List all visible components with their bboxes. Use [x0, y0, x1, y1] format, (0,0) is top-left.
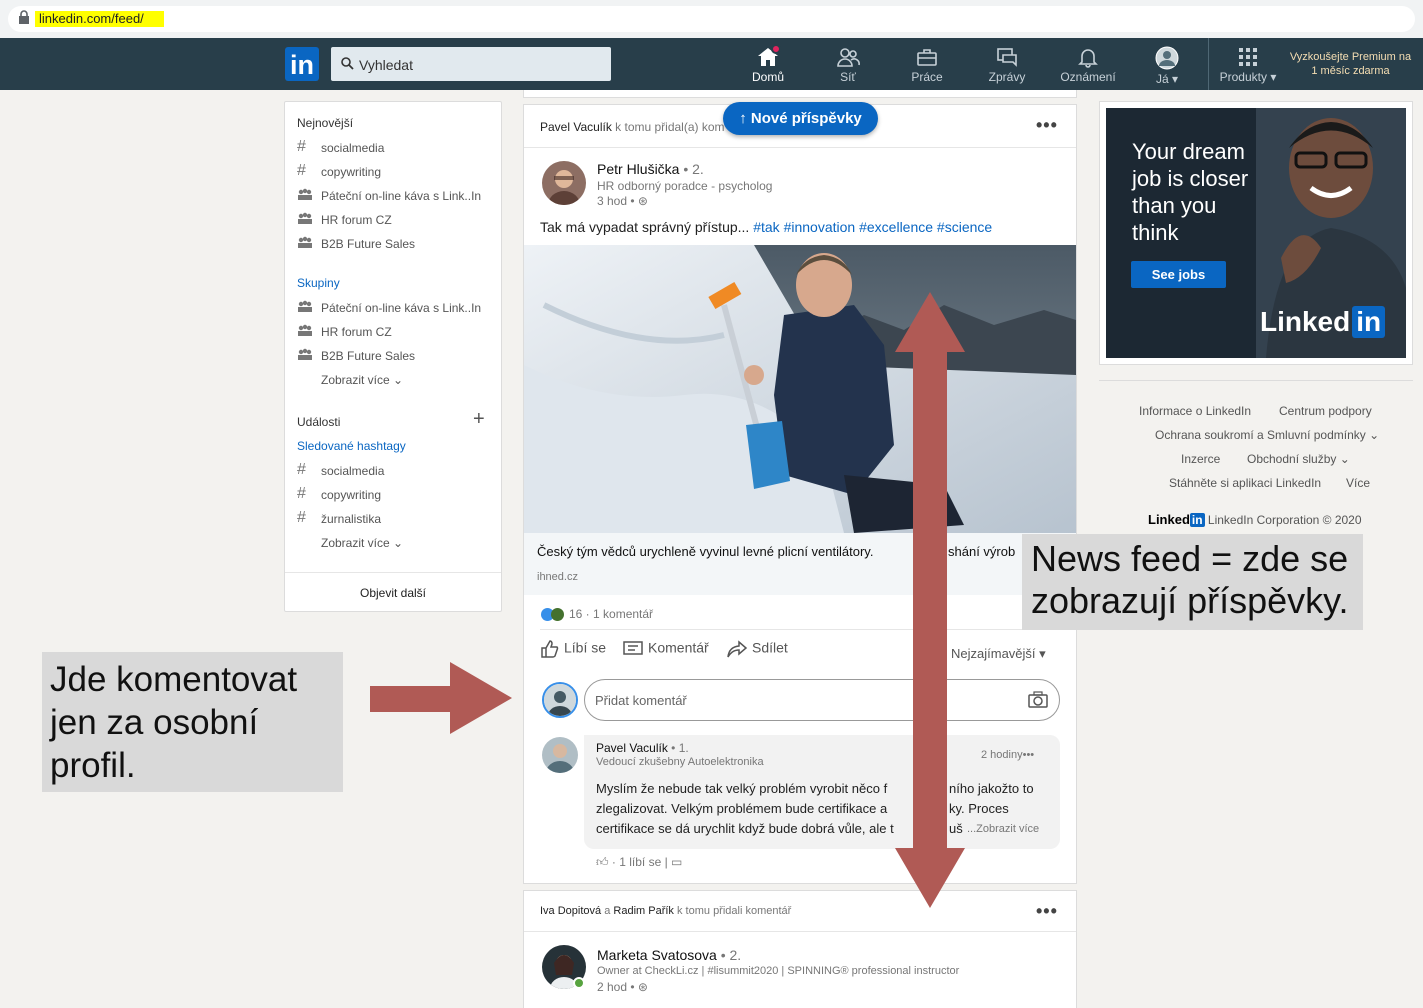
annotation-comment-note: Jde komentovat jen za osobní profil. — [42, 652, 343, 792]
annotation-arrows — [370, 292, 965, 908]
right-arrow — [370, 662, 512, 734]
vertical-double-arrow — [895, 292, 965, 908]
annotation-newsfeed-note: News feed = zde se zobrazují příspěvky. — [1022, 534, 1363, 630]
